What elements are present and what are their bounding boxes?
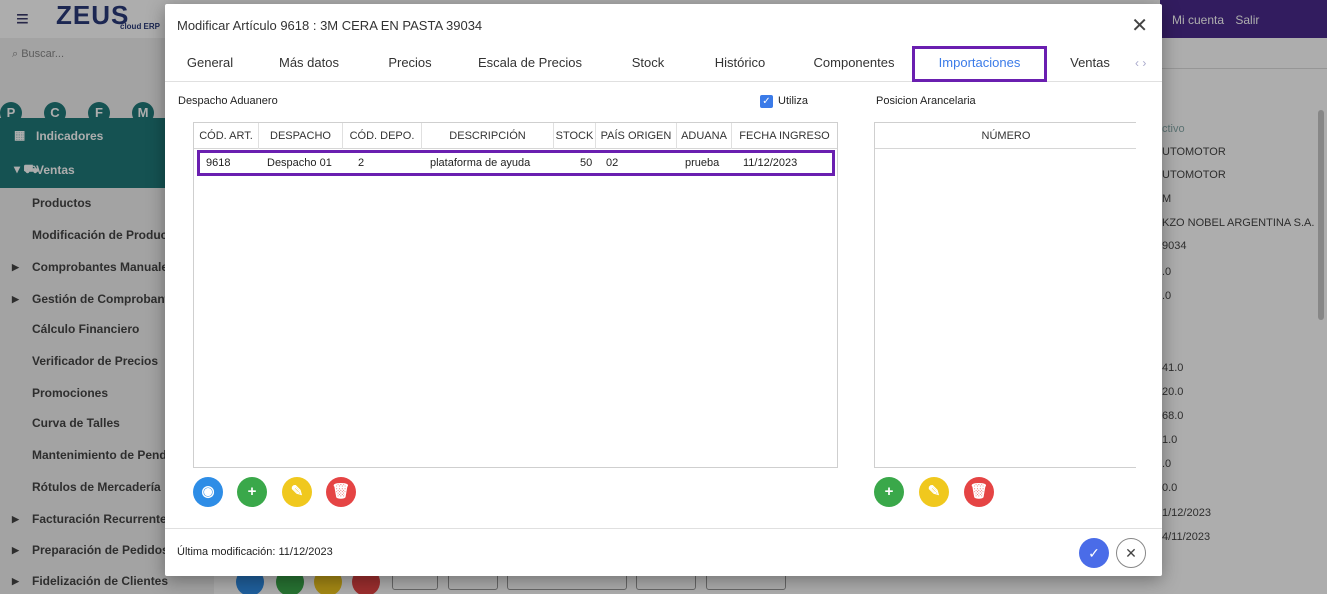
last-modified-text: Última modificación: 11/12/2023 xyxy=(177,546,333,558)
despacho-section-label: Despacho Aduanero xyxy=(178,95,278,107)
trash-icon: 🗑 xyxy=(331,483,351,500)
confirm-button[interactable]: ✓ xyxy=(1079,538,1109,568)
column-header[interactable]: CÓD. ART. xyxy=(194,123,259,149)
add-posicion-button[interactable]: + xyxy=(874,477,904,507)
edit-despacho-button[interactable]: ✎ xyxy=(282,477,312,507)
despacho-table: CÓD. ART. DESPACHO CÓD. DEPO. DESCRIPCIÓ… xyxy=(193,122,838,468)
trash-icon: 🗑 xyxy=(969,483,989,500)
footer-divider xyxy=(165,528,1162,529)
tab-scroll-arrows-icon[interactable]: ‹ › xyxy=(1135,56,1146,70)
table-header: CÓD. ART. DESPACHO CÓD. DEPO. DESCRIPCIÓ… xyxy=(194,123,837,149)
check-icon: ✓ xyxy=(1088,545,1100,561)
column-header[interactable]: CÓD. DEPO. xyxy=(343,123,422,149)
column-header[interactable]: DESPACHO xyxy=(259,123,343,149)
table-row[interactable]: 9618 Despacho 01 2 plataforma de ayuda 5… xyxy=(197,150,835,176)
tab-stock[interactable]: Stock xyxy=(615,46,681,82)
plus-icon: + xyxy=(884,483,894,500)
delete-posicion-button[interactable]: 🗑 xyxy=(964,477,994,507)
table-header: NÚMERO xyxy=(875,123,1136,149)
tab-escala-precios[interactable]: Escala de Precios xyxy=(470,46,590,82)
cell-stock: 50 xyxy=(580,157,593,169)
plus-icon: + xyxy=(247,483,257,500)
modify-article-dialog: Modificar Artículo 9618 : 3M CERA EN PAS… xyxy=(165,4,1162,576)
delete-despacho-button[interactable]: 🗑 xyxy=(326,477,356,507)
tab-importaciones[interactable]: Importaciones xyxy=(912,46,1047,82)
column-header[interactable]: FECHA INGRESO xyxy=(732,123,837,149)
pencil-icon: ✎ xyxy=(927,483,941,500)
column-header[interactable]: ADUANA xyxy=(677,123,732,149)
tab-general[interactable]: General xyxy=(177,46,243,82)
dialog-title: Modificar Artículo 9618 : 3M CERA EN PAS… xyxy=(177,18,483,33)
eye-icon: ◉ xyxy=(201,483,215,500)
tab-historico[interactable]: Histórico xyxy=(700,46,780,82)
cell-descripcion: plataforma de ayuda xyxy=(430,157,531,169)
cell-cod-art: 9618 xyxy=(206,157,231,169)
column-header[interactable]: PAÍS ORIGEN xyxy=(596,123,677,149)
pencil-icon: ✎ xyxy=(290,483,304,500)
cell-pais-origen: 02 xyxy=(606,157,619,169)
edit-posicion-button[interactable]: ✎ xyxy=(919,477,949,507)
tab-ventas[interactable]: Ventas xyxy=(1060,46,1120,82)
cell-cod-depo: 2 xyxy=(358,157,365,169)
column-header[interactable]: DESCRIPCIÓN xyxy=(422,123,554,149)
tab-componentes[interactable]: Componentes xyxy=(805,46,903,82)
cell-despacho: Despacho 01 xyxy=(267,157,332,169)
tab-bar: General Más datos Precios Escala de Prec… xyxy=(165,46,1162,82)
view-button[interactable]: ◉ xyxy=(193,477,223,507)
cell-aduana: prueba xyxy=(685,157,720,169)
close-icon: ✕ xyxy=(1125,545,1137,561)
utiliza-label: Utiliza xyxy=(778,95,808,107)
cancel-button[interactable]: ✕ xyxy=(1116,538,1146,568)
column-header[interactable]: STOCK xyxy=(554,123,596,149)
posicion-table: NÚMERO xyxy=(874,122,1136,468)
tab-precios[interactable]: Precios xyxy=(375,46,445,82)
tab-mas-datos[interactable]: Más datos xyxy=(269,46,349,82)
cell-fecha-ingreso: 11/12/2023 xyxy=(743,157,798,169)
utiliza-checkbox[interactable]: ✓ xyxy=(760,95,773,108)
add-despacho-button[interactable]: + xyxy=(237,477,267,507)
close-icon[interactable]: ✕ xyxy=(1131,13,1148,38)
posicion-section-label: Posicion Arancelaria xyxy=(876,95,976,107)
column-header[interactable]: NÚMERO xyxy=(875,123,1137,149)
